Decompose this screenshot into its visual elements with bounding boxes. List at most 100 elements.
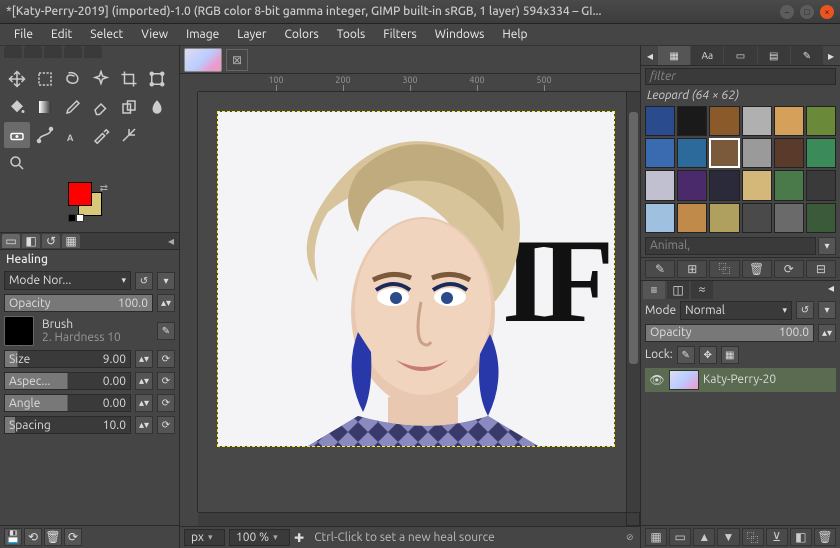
menu-image[interactable]: Image (178, 26, 227, 43)
menu-windows[interactable]: Windows (427, 26, 493, 43)
close-button[interactable]: × (820, 5, 834, 19)
menu-layer[interactable]: Layer (229, 26, 274, 43)
measure-tool[interactable] (116, 122, 142, 148)
mode-reset-button[interactable]: ↺ (135, 272, 153, 290)
layer-new[interactable]: ▦ (645, 528, 667, 546)
tab-channels[interactable]: ◫ (667, 281, 689, 299)
tab-paths[interactable]: ≈ (691, 281, 713, 299)
tab-layers[interactable]: ≡ (643, 281, 665, 299)
layer-mask[interactable]: ◧ (790, 528, 812, 546)
pattern-new-button[interactable]: ⊞ (677, 260, 707, 278)
lock-pixels[interactable]: ✎ (677, 346, 695, 364)
layer-group[interactable]: ▭ (669, 528, 691, 546)
brush-spacing-slider[interactable]: Spacing10.0 (4, 416, 131, 434)
pattern-swatch[interactable] (774, 170, 804, 200)
menu-help[interactable]: Help (494, 26, 535, 43)
pattern-swatch[interactable] (742, 203, 772, 233)
layer-opacity-slider[interactable]: Opacity100.0 (645, 324, 814, 342)
spacing-spinner[interactable]: ▴▾ (135, 416, 153, 434)
lock-alpha[interactable]: ▦ (721, 346, 739, 364)
pattern-swatch[interactable] (742, 106, 772, 136)
pattern-swatch[interactable] (709, 170, 739, 200)
unified-transform-tool[interactable] (144, 66, 170, 92)
pattern-menu-button[interactable]: ⊟ (806, 260, 836, 278)
tab-patterns[interactable]: ▦ (658, 46, 690, 65)
pattern-filter-input[interactable]: filter (645, 68, 836, 85)
layer-visibility-icon[interactable]: 👁 (649, 373, 665, 387)
brush-aspect-slider[interactable]: Aspec...0.00 (4, 372, 131, 390)
pattern-dup-button[interactable]: ⿻ (709, 260, 739, 278)
canvas-navigate-button[interactable] (626, 512, 640, 526)
pattern-swatch[interactable] (645, 106, 675, 136)
tab-history[interactable]: ▭ (724, 46, 756, 65)
pattern-swatch[interactable] (709, 203, 739, 233)
lock-position[interactable]: ✥ (699, 346, 717, 364)
pattern-swatch[interactable] (677, 170, 707, 200)
tab-document[interactable]: ▤ (758, 46, 790, 65)
pattern-swatch[interactable] (806, 170, 836, 200)
layer-mode-menu[interactable]: ▾ (818, 301, 836, 319)
layer-thumbnail[interactable] (669, 370, 699, 390)
menu-view[interactable]: View (133, 26, 176, 43)
layers-tab-menu[interactable]: ◂ (824, 281, 838, 299)
mode-menu-button[interactable]: ▾ (157, 272, 175, 290)
pattern-swatch[interactable] (774, 138, 804, 168)
pattern-swatch[interactable] (645, 203, 675, 233)
layer-dup[interactable]: ⿻ (742, 528, 764, 546)
pattern-del-button[interactable]: 🗑 (742, 260, 772, 278)
tab-undo-history[interactable]: ↺ (42, 234, 60, 248)
heal-tool[interactable] (4, 122, 30, 148)
rect-select-tool[interactable] (32, 66, 58, 92)
pattern-swatch[interactable] (677, 106, 707, 136)
scrollbar-horizontal[interactable] (198, 512, 626, 526)
brush-edit-button[interactable]: ✎ (157, 322, 175, 340)
brush-size-slider[interactable]: Size9.00 (4, 350, 131, 368)
maximize-button[interactable]: □ (800, 5, 814, 19)
pattern-swatch[interactable] (645, 138, 675, 168)
pattern-swatch[interactable] (742, 170, 772, 200)
foreground-color[interactable] (68, 182, 92, 206)
pattern-refresh-button[interactable]: ⟳ (774, 260, 804, 278)
brush-preview[interactable] (4, 316, 34, 346)
color-picker-tool[interactable] (88, 122, 114, 148)
layer-item[interactable]: 👁 Katy-Perry-20 (645, 368, 836, 392)
tab-brushes[interactable]: ✎ (791, 46, 823, 65)
unit-dropdown[interactable]: px▾ (184, 529, 225, 546)
ruler-horizontal[interactable]: 100 200 300 400 500 (198, 74, 640, 92)
menu-filters[interactable]: Filters (375, 26, 424, 43)
pattern-swatch[interactable] (645, 170, 675, 200)
pattern-swatch[interactable] (742, 138, 772, 168)
layer-name[interactable]: Katy-Perry-20 (703, 373, 776, 386)
clone-tool[interactable] (116, 94, 142, 120)
brush-angle-slider[interactable]: Angle0.00 (4, 394, 131, 412)
color-swatch[interactable]: ⇄ (68, 182, 122, 222)
pattern-swatch[interactable] (806, 106, 836, 136)
pattern-swatch[interactable] (677, 138, 707, 168)
bucket-fill-tool[interactable] (4, 94, 30, 120)
image-tab-close[interactable]: ⊠ (226, 49, 248, 71)
spacing-reset[interactable]: ⟳ (157, 416, 175, 434)
eraser-tool[interactable] (88, 94, 114, 120)
menu-tools[interactable]: Tools (329, 26, 374, 43)
scrollbar-vertical[interactable] (626, 92, 640, 512)
minimize-button[interactable]: – (780, 5, 794, 19)
tab-scroll-right[interactable]: ▸ (824, 46, 838, 65)
pattern-swatch[interactable] (774, 106, 804, 136)
size-spinner[interactable]: ▴▾ (135, 350, 153, 368)
canvas[interactable]: IF (198, 92, 626, 512)
tab-device-status[interactable]: ◧ (22, 234, 40, 248)
zoom-tool[interactable] (4, 150, 30, 176)
pencil-tool[interactable] (60, 94, 86, 120)
tool-preset-restore[interactable]: ⟲ (24, 528, 42, 546)
tab-scroll-left[interactable]: ◂ (643, 46, 657, 65)
size-reset[interactable]: ⟳ (157, 350, 175, 368)
pattern-edit-button[interactable]: ✎ (645, 260, 675, 278)
layer-opacity-spinner[interactable]: ▴▾ (818, 324, 836, 342)
crop-tool[interactable] (116, 66, 142, 92)
pattern-swatch[interactable] (709, 138, 739, 168)
free-select-tool[interactable] (60, 66, 86, 92)
layer-merge[interactable]: ⊻ (766, 528, 788, 546)
layer-mode-dropdown[interactable]: Normal▾ (680, 301, 792, 320)
angle-reset[interactable]: ⟳ (157, 394, 175, 412)
layer-mode-reset[interactable]: ↺ (796, 301, 814, 319)
